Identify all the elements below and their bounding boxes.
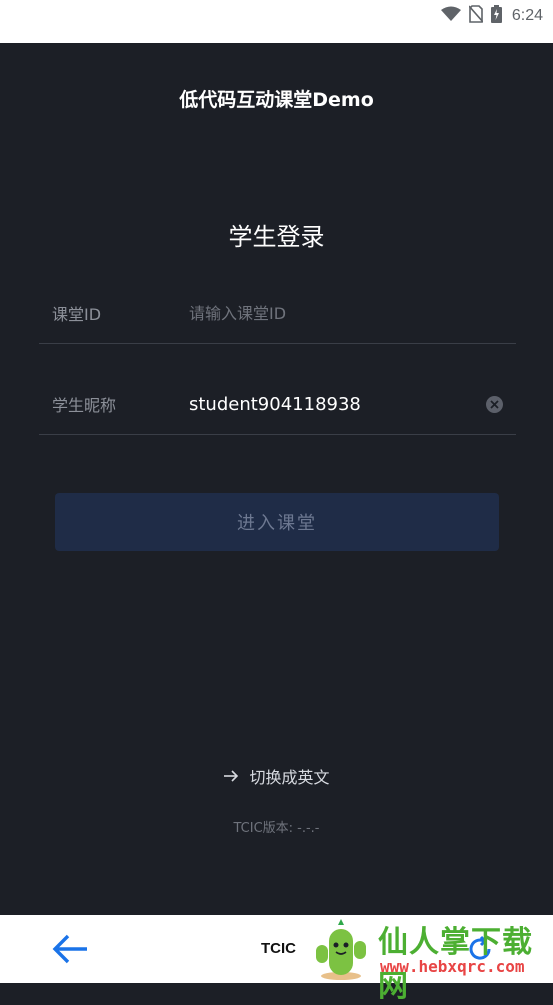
battery-charging-icon bbox=[490, 5, 502, 27]
main-content: 低代码互动课堂Demo 学生登录 课堂ID 学生昵称 进入课堂 切换成英文 TC… bbox=[0, 43, 553, 915]
watermark: 仙人掌下载网 www.hebxqrc.com bbox=[308, 915, 553, 1004]
wifi-icon bbox=[440, 6, 461, 26]
app-title: 低代码互动课堂Demo bbox=[179, 89, 374, 111]
login-title: 学生登录 bbox=[228, 223, 325, 251]
switch-language-label: 切换成英文 bbox=[249, 768, 330, 787]
nickname-label: 学生昵称 bbox=[52, 396, 117, 415]
status-time: 6:24 bbox=[511, 7, 543, 24]
status-icons: 6:24 bbox=[440, 5, 543, 27]
no-sim-icon bbox=[468, 5, 484, 27]
nickname-row: 学生昵称 bbox=[39, 374, 516, 435]
enter-classroom-button[interactable]: 进入课堂 bbox=[55, 493, 499, 551]
bottom-bar-title: TCIC bbox=[261, 940, 296, 957]
back-arrow-icon[interactable] bbox=[52, 933, 90, 965]
clear-icon[interactable] bbox=[486, 396, 503, 413]
nickname-input[interactable] bbox=[189, 386, 469, 422]
cactus-logo-icon bbox=[310, 919, 372, 981]
status-bar: 6:24 bbox=[0, 0, 553, 43]
arrow-right-icon bbox=[223, 767, 239, 786]
room-id-row: 课堂ID bbox=[39, 283, 516, 344]
room-id-label: 课堂ID bbox=[52, 305, 102, 324]
switch-language-link[interactable]: 切换成英文 bbox=[0, 764, 553, 788]
watermark-url: www.hebxqrc.com bbox=[380, 957, 525, 976]
version-text: TCIC版本: -.-.- bbox=[233, 821, 320, 836]
room-id-input[interactable] bbox=[189, 295, 469, 331]
